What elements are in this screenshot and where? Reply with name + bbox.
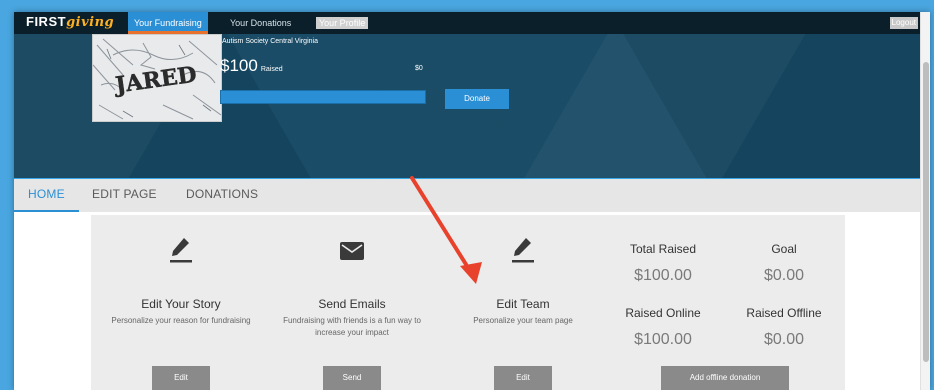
total-raised-label: Total Raised [629, 242, 697, 256]
donate-button[interactable]: Donate [445, 89, 509, 109]
firstgiving-logo[interactable]: FIRSTgiving [26, 14, 114, 30]
raised-online-value: $100.00 [634, 331, 692, 348]
top-navigation: FIRSTgiving Your Fundraising Your Donati… [14, 12, 920, 34]
browser-page: FIRSTgiving Your Fundraising Your Donati… [14, 12, 930, 390]
nav-your-donations[interactable]: Your Donations [224, 12, 297, 34]
pencil-icon [91, 235, 271, 268]
edit-team-button[interactable]: Edit [494, 366, 552, 390]
goal-value: $0.00 [763, 267, 805, 284]
card-description: Fundraising with friends is a fun way to… [283, 316, 421, 337]
avatar-drawing: JARED [93, 35, 221, 121]
goal-label: Goal [771, 242, 797, 256]
vertical-scrollbar[interactable] [920, 12, 930, 390]
edit-story-button[interactable]: Edit [152, 366, 210, 390]
logo-giving-text: giving [66, 15, 115, 30]
scrollbar-thumb[interactable] [923, 62, 929, 362]
card-description: Personalize your reason for fundraising [111, 316, 251, 325]
card-edit-your-story: Edit Your Story Personalize your reason … [91, 215, 271, 390]
fundraising-progress-bar [220, 90, 426, 104]
campaign-avatar: JARED [92, 34, 222, 122]
card-title: Edit Your Story [141, 297, 221, 311]
logo-first-text: FIRST [26, 14, 67, 29]
nav-your-fundraising[interactable]: Your Fundraising [128, 12, 208, 34]
send-emails-button[interactable]: Send [323, 366, 381, 390]
organization-name[interactable]: Autism Society Central Virginia [222, 38, 318, 45]
raised-amount: $100 Raised [220, 56, 283, 76]
raised-offline-label: Raised Offline [746, 306, 822, 320]
tab-home[interactable]: HOME [14, 179, 79, 212]
raised-offline-value: $0.00 [763, 331, 805, 348]
add-offline-donation-button[interactable]: Add offline donation [661, 366, 789, 390]
tab-edit-page[interactable]: EDIT PAGE [92, 179, 157, 210]
campaign-hero: JARED Autism Society Central Virginia $1… [14, 34, 920, 180]
fundraising-stats: Total Raised $100.00 Goal $0.00 Raised O… [605, 215, 845, 390]
goal-amount: $0 [415, 65, 423, 72]
raised-online-label: Raised Online [625, 306, 701, 320]
total-raised-value: $100.00 [634, 267, 692, 284]
nav-your-profile[interactable]: Your Profile [316, 17, 369, 29]
card-description: Personalize your team page [473, 316, 573, 325]
logout-link[interactable]: Logout [889, 17, 918, 29]
annotation-arrow-icon [410, 176, 482, 284]
tab-donations[interactable]: DONATIONS [186, 179, 258, 210]
raised-label: Raised [260, 66, 283, 73]
raised-amount-value: $100 [220, 56, 258, 75]
